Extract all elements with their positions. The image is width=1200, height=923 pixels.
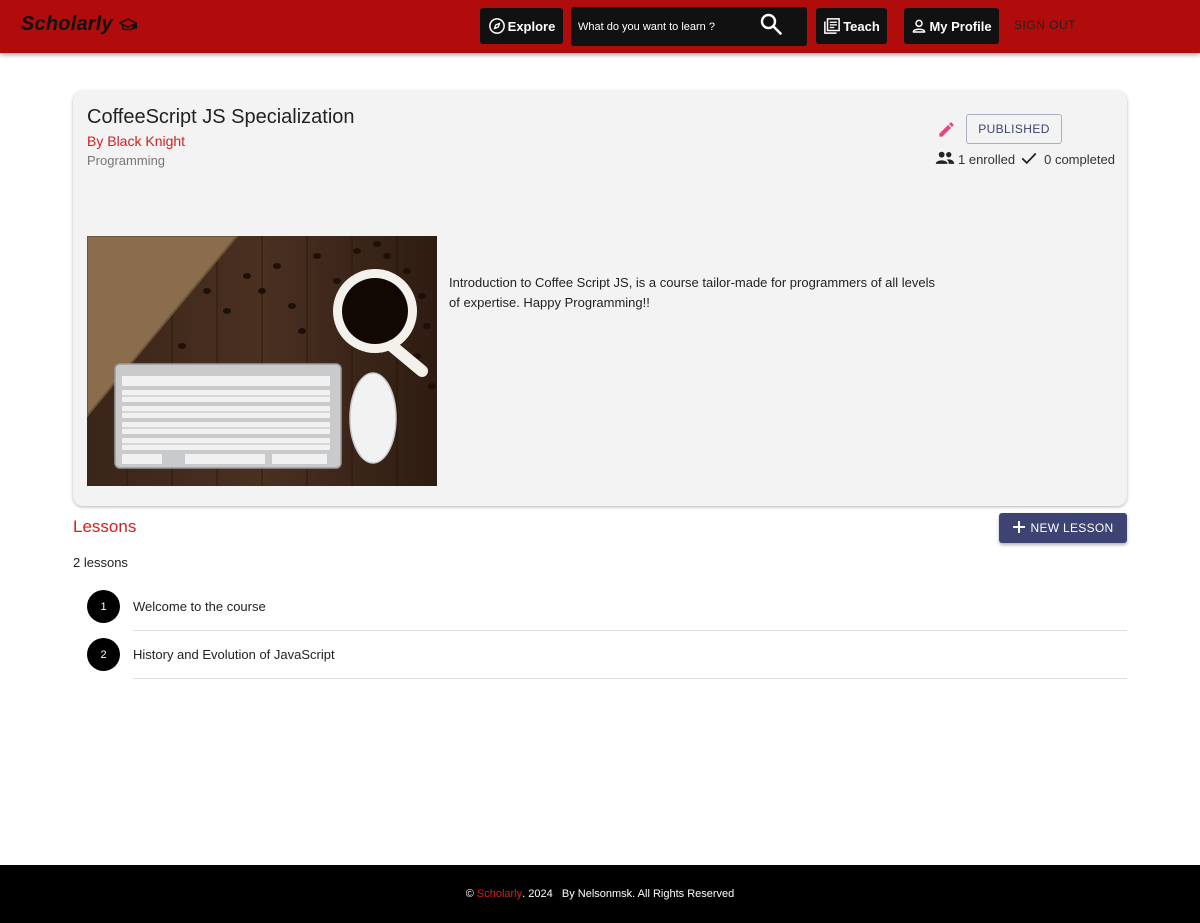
plus-icon xyxy=(1012,520,1026,537)
lesson-title: History and Evolution of JavaScript xyxy=(133,647,335,662)
lesson-number-avatar: 2 xyxy=(87,638,120,671)
brand-logo[interactable]: Scholarly xyxy=(21,13,137,36)
app-bar: Scholarly Explore What do you want to le… xyxy=(0,0,1200,53)
course-image xyxy=(87,236,437,486)
course-category: Programming xyxy=(87,153,166,168)
lesson-title: Welcome to the course xyxy=(133,599,266,614)
library-books-icon xyxy=(823,17,841,35)
teach-label: Teach xyxy=(843,18,880,34)
teach-button[interactable]: Teach xyxy=(816,8,887,44)
search-icon[interactable] xyxy=(759,12,783,41)
people-icon xyxy=(935,150,955,169)
footer-copyright: © xyxy=(465,888,477,900)
page: Scholarly Explore What do you want to le… xyxy=(0,0,1200,923)
new-lesson-label: NEW LESSON xyxy=(1030,521,1114,535)
course-author[interactable]: By Black Knight xyxy=(87,133,185,149)
footer-brand-link[interactable]: Scholarly xyxy=(477,888,522,900)
my-profile-label: My Profile xyxy=(929,18,992,34)
graduation-cap-icon xyxy=(118,17,137,33)
explore-button[interactable]: Explore xyxy=(480,8,563,44)
course-stats: 1 enrolled 0 completed xyxy=(935,150,1115,169)
course-description: Introduction to Coffee Script JS, is a c… xyxy=(449,275,936,310)
person-icon xyxy=(911,18,927,34)
published-status-button[interactable]: PUBLISHED xyxy=(966,114,1062,144)
my-profile-button[interactable]: My Profile xyxy=(904,8,999,44)
sign-out-link[interactable]: SIGN OUT xyxy=(1014,18,1076,32)
course-title: CoffeeScript JS Specialization xyxy=(87,106,355,128)
lessons-heading: Lessons xyxy=(73,517,137,536)
divider xyxy=(133,678,1127,679)
compass-icon xyxy=(488,17,506,35)
lesson-number-avatar: 1 xyxy=(87,590,120,623)
course-card: CoffeeScript JS Specialization By Black … xyxy=(73,91,1127,506)
edit-icon[interactable] xyxy=(937,120,956,144)
completed-count: 0 completed xyxy=(1044,152,1115,167)
search-input[interactable] xyxy=(578,21,758,33)
footer-rights-text: . 2024 By Nelsonmsk. All Rights Reserved xyxy=(522,888,735,900)
footer: © Scholarly. 2024 By Nelsonmsk. All Righ… xyxy=(0,865,1200,923)
enrolled-count: 1 enrolled xyxy=(958,152,1016,167)
lesson-item[interactable]: 1 Welcome to the course xyxy=(87,590,1127,638)
lessons-count: 2 lessons xyxy=(73,555,128,570)
new-lesson-button[interactable]: NEW LESSON xyxy=(999,513,1127,543)
explore-label: Explore xyxy=(507,18,556,34)
check-icon xyxy=(1020,150,1038,169)
brand-name: Scholarly xyxy=(21,13,113,35)
divider xyxy=(133,630,1127,631)
lesson-item[interactable]: 2 History and Evolution of JavaScript xyxy=(87,638,1127,686)
